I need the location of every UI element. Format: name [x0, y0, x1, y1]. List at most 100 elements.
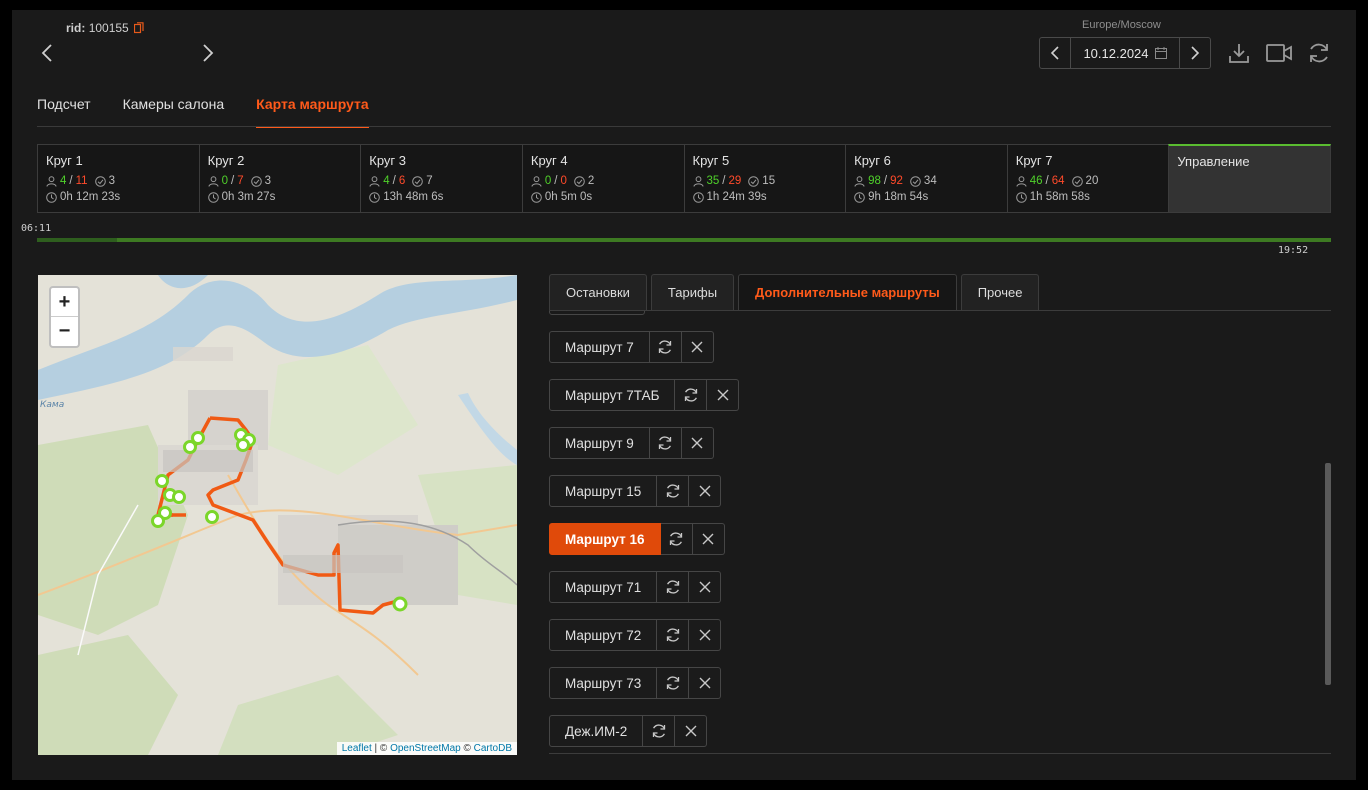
control-tab[interactable]: Управление: [1168, 144, 1331, 213]
tab-cabin-cameras[interactable]: Камеры салона: [123, 96, 225, 128]
rid-label: rid:: [66, 21, 86, 35]
lap-card[interactable]: Круг 6 98/92 34 9h 18m 54s: [845, 144, 1007, 213]
route-select-button[interactable]: Маршрут 9: [549, 427, 650, 459]
route-refresh-button[interactable]: [649, 331, 682, 363]
tab-additional-routes[interactable]: Дополнительные маршруты: [738, 274, 957, 310]
date-prev-button[interactable]: [1040, 38, 1070, 68]
lap-card[interactable]: Круг 3 4/6 7 13h 48m 6s: [360, 144, 522, 213]
route-refresh-button[interactable]: [657, 571, 690, 603]
route-refresh-button[interactable]: [675, 379, 708, 411]
route-refresh-button[interactable]: [657, 475, 690, 507]
route-remove-button[interactable]: [689, 619, 722, 651]
refresh-icon: [666, 580, 679, 594]
copy-icon[interactable]: [134, 22, 144, 34]
lap-card[interactable]: Круг 7 46/64 20 1h 58m 58s: [1006, 144, 1169, 213]
rid-display: rid: 100155: [66, 21, 129, 35]
route-remove-button[interactable]: [692, 523, 725, 555]
lap-duration: 0h 5m 0s: [544, 191, 593, 203]
attribution-separator: | ©: [371, 743, 391, 754]
tab-stops[interactable]: Остановки: [549, 274, 647, 310]
rid-value: 100155: [88, 21, 129, 35]
person-icon: [369, 175, 380, 187]
route-remove-button[interactable]: [689, 475, 722, 507]
route-select-button[interactable]: Маршрут 15: [549, 475, 658, 507]
person-icon: [46, 175, 57, 187]
date-value: 10.12.2024: [1083, 45, 1149, 61]
route-select-button[interactable]: Маршрут 71: [549, 571, 658, 603]
route-remove-button[interactable]: [689, 667, 722, 699]
route-select-button[interactable]: Маршрут 7: [549, 331, 650, 363]
route-refresh-button[interactable]: [660, 523, 693, 555]
leaflet-link[interactable]: Leaflet: [342, 743, 372, 754]
passengers-in: 0: [221, 175, 229, 187]
scrollbar-thumb[interactable]: [1325, 463, 1331, 685]
lap-card[interactable]: Круг 2 0/7 3 0h 3m 27s: [198, 144, 361, 213]
refresh-button[interactable]: [1306, 40, 1332, 66]
check-circle-icon: [574, 175, 585, 187]
tab-other[interactable]: Прочее: [960, 274, 1040, 310]
route-refresh-button[interactable]: [643, 715, 676, 747]
refresh-icon: [652, 724, 665, 738]
passengers-out: 7: [237, 175, 244, 187]
clock-icon: [46, 191, 57, 203]
route-item: Маршрут 9: [549, 427, 714, 459]
clock-icon: [207, 191, 219, 203]
check-circle-icon: [1071, 175, 1083, 187]
route-remove-button[interactable]: [675, 715, 708, 747]
tab-tariffs[interactable]: Тарифы: [650, 274, 735, 310]
refresh-icon: [659, 436, 672, 450]
calendar-icon: [1154, 47, 1167, 59]
lap-card[interactable]: Круг 5 35/29 15 1h 24m 39s: [683, 144, 846, 213]
refresh-icon: [659, 340, 672, 354]
route-select-button[interactable]: Деж.ИМ-2: [549, 715, 644, 747]
next-vehicle-button[interactable]: [199, 42, 217, 64]
route-remove-button[interactable]: [681, 331, 714, 363]
route-remove-button[interactable]: [689, 571, 722, 603]
passengers-out: 64: [1051, 175, 1065, 187]
date-input[interactable]: 10.12.2024: [1070, 38, 1180, 68]
clock-icon: [531, 191, 542, 203]
lap-card[interactable]: Круг 1 4/11 3 0h 12m 23s: [37, 144, 199, 213]
list-item-partial: [549, 311, 645, 315]
route-item: Маршрут 73: [549, 667, 722, 699]
osm-link[interactable]: OpenStreetMap: [390, 743, 461, 754]
zoom-out-button[interactable]: −: [51, 317, 78, 346]
close-icon: [699, 485, 711, 497]
lap-card[interactable]: Круг 4 0/0 2 0h 5m 0s: [521, 144, 684, 213]
chevron-left-icon: [1050, 46, 1059, 60]
refresh-icon: [666, 628, 679, 642]
passengers-out: 0: [560, 175, 567, 187]
route-refresh-button[interactable]: [657, 619, 690, 651]
date-next-button[interactable]: [1180, 38, 1210, 68]
route-select-button[interactable]: Маршрут 72: [549, 619, 658, 651]
close-icon: [691, 341, 703, 353]
route-select-button[interactable]: Маршрут 7ТАБ: [549, 379, 676, 411]
lap-name: Круг 6: [854, 153, 891, 168]
download-button[interactable]: [1226, 40, 1252, 66]
tab-count[interactable]: Подсчет: [37, 96, 91, 128]
lap-duration: 9h 18m 54s: [868, 191, 929, 203]
route-remove-button[interactable]: [681, 427, 714, 459]
zoom-in-button[interactable]: +: [51, 288, 78, 317]
carto-link[interactable]: CartoDB: [474, 743, 512, 754]
clock-icon: [692, 191, 704, 203]
lap-duration: 0h 3m 27s: [221, 191, 276, 203]
camera-button[interactable]: [1266, 40, 1292, 66]
lap-name: Круг 1: [46, 153, 83, 168]
stops-count: 2: [587, 175, 595, 187]
route-remove-button[interactable]: [707, 379, 740, 411]
route-select-button[interactable]: Маршрут 73: [549, 667, 658, 699]
scrollbar[interactable]: [1325, 311, 1331, 753]
timeline-bar[interactable]: [37, 238, 1331, 242]
tab-route-map[interactable]: Карта маршрута: [256, 96, 369, 128]
route-refresh-button[interactable]: [657, 667, 690, 699]
route-item: Маршрут 15: [549, 475, 722, 507]
close-icon: [685, 725, 697, 737]
route-item: Деж.ИМ-2: [549, 715, 708, 747]
lap-name: Круг 2: [207, 153, 245, 168]
route-refresh-button[interactable]: [649, 427, 682, 459]
additional-routes-list: Маршрут 7 Маршрут 7ТАБ Маршрут 9 Маршрут 15…: [549, 310, 1331, 754]
previous-vehicle-button[interactable]: [38, 42, 56, 64]
route-map[interactable]: Кама + − Leaflet | © OpenStreetMap © Car…: [38, 275, 517, 755]
route-select-button[interactable]: Маршрут 16: [549, 523, 661, 555]
